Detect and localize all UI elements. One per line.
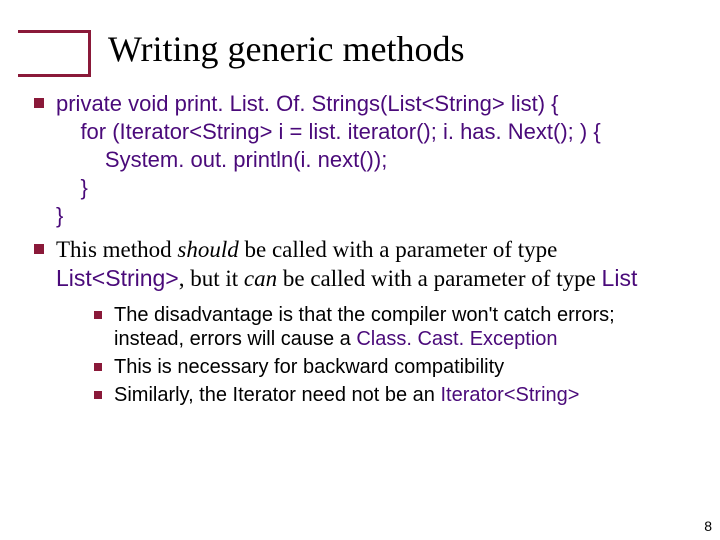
code-line-4: } [56,175,88,200]
text-fragment: be called with a parameter of type [239,237,558,262]
bullet-explanation: This method should be called with a para… [34,236,686,293]
title-ornament-bottom [18,74,90,77]
code-line-3: System. out. println(i. next()); [56,147,387,172]
bullet-code: private void print. List. Of. Strings(Li… [34,90,686,230]
code-block: private void print. List. Of. Strings(Li… [56,90,601,230]
text-fragment: be called with a parameter of type [277,266,601,291]
text-fragment: Similarly, the Iterator need not be an [114,384,440,406]
bullet-icon [34,244,44,254]
code-line-5: } [56,203,63,228]
code-inline-liststring: List<String> [56,265,179,291]
text-fragment: , but it [179,266,244,291]
sub-bullet-3: Similarly, the Iterator need not be an I… [94,383,686,407]
sub-bullet-3-text: Similarly, the Iterator need not be an I… [114,383,579,407]
sub-bullet-2-text: This is necessary for backward compatibi… [114,355,504,379]
sub-bullet-list: The disadvantage is that the compiler wo… [94,303,686,407]
explanation-text: This method should be called with a para… [56,236,686,293]
code-inline-exception: Class. Cast. Exception [356,328,557,350]
bullet-icon [94,363,102,371]
sub-bullet-2: This is necessary for backward compatibi… [94,355,686,379]
text-italic-can: can [244,266,277,291]
title-ornament-vert [88,30,91,77]
slide-title: Writing generic methods [108,28,464,70]
code-inline-iterator: Iterator<String> [440,384,579,406]
bullet-icon [94,391,102,399]
sub-bullet-1-text: The disadvantage is that the compiler wo… [114,303,686,351]
bullet-icon [94,311,102,319]
slide: Writing generic methods private void pri… [0,0,720,540]
slide-body: private void print. List. Of. Strings(Li… [34,90,686,411]
code-line-1: private void print. List. Of. Strings(Li… [56,91,559,116]
text-fragment: This method [56,237,177,262]
bullet-icon [34,98,44,108]
sub-bullet-1: The disadvantage is that the compiler wo… [94,303,686,351]
title-bar: Writing generic methods [0,18,720,66]
code-line-2: for (Iterator<String> i = list. iterator… [56,119,601,144]
page-number: 8 [704,518,712,534]
code-inline-list: List [602,265,638,291]
title-ornament-top [18,30,90,33]
text-italic-should: should [177,237,238,262]
